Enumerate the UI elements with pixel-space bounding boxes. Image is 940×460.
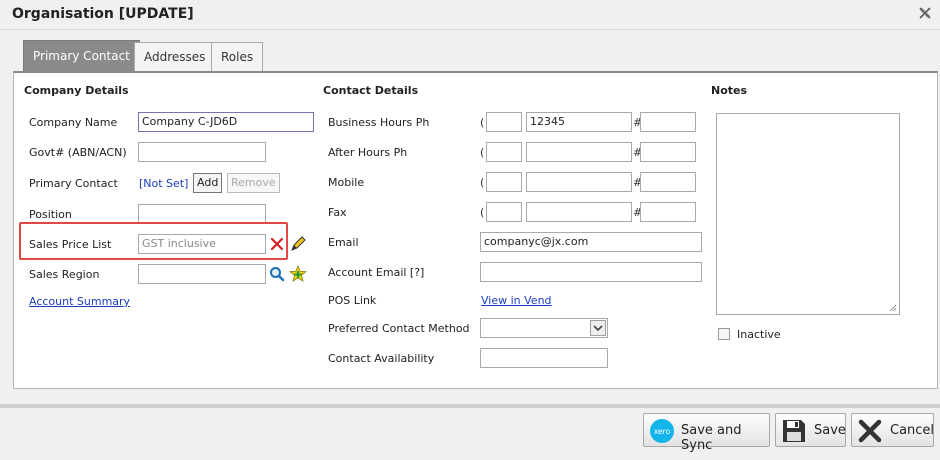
position-input[interactable]: [138, 204, 266, 224]
email-label: Email: [328, 236, 359, 249]
govt-input[interactable]: [138, 142, 266, 162]
sales-region-input[interactable]: [138, 264, 266, 284]
paren: (: [480, 206, 485, 219]
notes-textarea[interactable]: [716, 113, 900, 315]
business-ext-input[interactable]: [640, 112, 696, 132]
mobile-area-input[interactable]: [486, 172, 522, 192]
notes-heading: Notes: [711, 84, 748, 97]
fax-number-input[interactable]: [526, 202, 632, 222]
title-bar: Organisation [UPDATE]: [0, 0, 940, 30]
company-name-label: Company Name: [29, 116, 118, 129]
tab-addresses[interactable]: Addresses: [134, 42, 216, 72]
save-button[interactable]: Save: [775, 413, 846, 447]
account-summary-link[interactable]: Account Summary: [29, 295, 130, 308]
fax-area-input[interactable]: [486, 202, 522, 222]
add-contact-button[interactable]: Add: [193, 173, 223, 193]
inactive-checkbox[interactable]: [718, 328, 730, 340]
contact-availability-input[interactable]: [480, 348, 608, 368]
mobile-label: Mobile: [328, 176, 365, 189]
pos-link-label: POS Link: [328, 294, 377, 307]
search-icon[interactable]: [268, 265, 286, 283]
after-number-input[interactable]: [526, 142, 632, 162]
chevron-down-icon[interactable]: [590, 320, 606, 336]
cancel-x-icon: [856, 417, 884, 445]
fax-label: Fax: [328, 206, 347, 219]
floppy-disk-icon: [780, 417, 808, 445]
primary-contact-label: Primary Contact: [29, 177, 118, 190]
contact-availability-label: Contact Availability: [328, 352, 435, 365]
paren: (: [480, 176, 485, 189]
save-and-sync-label: Save and Sync: [681, 423, 742, 453]
business-number-input[interactable]: 12345: [526, 112, 632, 132]
contact-details-heading: Contact Details: [323, 84, 419, 97]
account-email-label[interactable]: Account Email [?]: [328, 266, 424, 279]
preferred-contact-select[interactable]: [480, 318, 608, 338]
after-ext-input[interactable]: [640, 142, 696, 162]
email-input[interactable]: companyc@jx.com: [480, 232, 702, 252]
resize-grip-icon[interactable]: [889, 304, 897, 312]
company-name-input[interactable]: Company C-JD6D: [138, 112, 314, 132]
sales-region-label: Sales Region: [29, 268, 100, 281]
add-star-icon[interactable]: [288, 264, 308, 283]
remove-contact-button[interactable]: Remove: [227, 173, 280, 193]
window-title: Organisation [UPDATE]: [12, 6, 194, 22]
save-label: Save: [814, 423, 846, 438]
close-icon[interactable]: [918, 7, 932, 21]
fax-ext-input[interactable]: [640, 202, 696, 222]
mobile-number-input[interactable]: [526, 172, 632, 192]
edit-pencil-icon[interactable]: [289, 235, 307, 253]
position-label: Position: [29, 208, 72, 221]
inactive-label: Inactive: [737, 328, 781, 341]
view-in-vend-link[interactable]: View in Vend: [481, 294, 552, 307]
sales-price-list-label: Sales Price List: [29, 238, 112, 251]
tab-roles[interactable]: Roles: [211, 42, 264, 72]
account-email-input[interactable]: [480, 262, 702, 282]
save-and-sync-button[interactable]: xero Save and Sync: [643, 413, 770, 453]
sales-price-list-input[interactable]: GST inclusive: [138, 234, 266, 254]
cancel-label: Cancel: [890, 423, 935, 438]
mobile-ext-input[interactable]: [640, 172, 696, 192]
business-hours-label: Business Hours Ph: [328, 116, 430, 129]
business-area-input[interactable]: [486, 112, 522, 132]
svg-text:xero: xero: [654, 427, 671, 436]
preferred-contact-label: Preferred Contact Method: [328, 322, 470, 335]
company-details-heading: Company Details: [24, 84, 129, 97]
paren: (: [480, 146, 485, 159]
cancel-button[interactable]: Cancel: [851, 413, 934, 447]
after-area-input[interactable]: [486, 142, 522, 162]
clear-icon[interactable]: [268, 235, 286, 253]
govt-label: Govt# (ABN/ACN): [29, 146, 127, 159]
primary-contact-value[interactable]: [Not Set]: [139, 177, 188, 190]
tab-primary-contact[interactable]: Primary Contact: [23, 40, 140, 72]
paren: (: [480, 116, 485, 129]
xero-icon: xero: [648, 417, 676, 445]
after-hours-label: After Hours Ph: [328, 146, 408, 159]
